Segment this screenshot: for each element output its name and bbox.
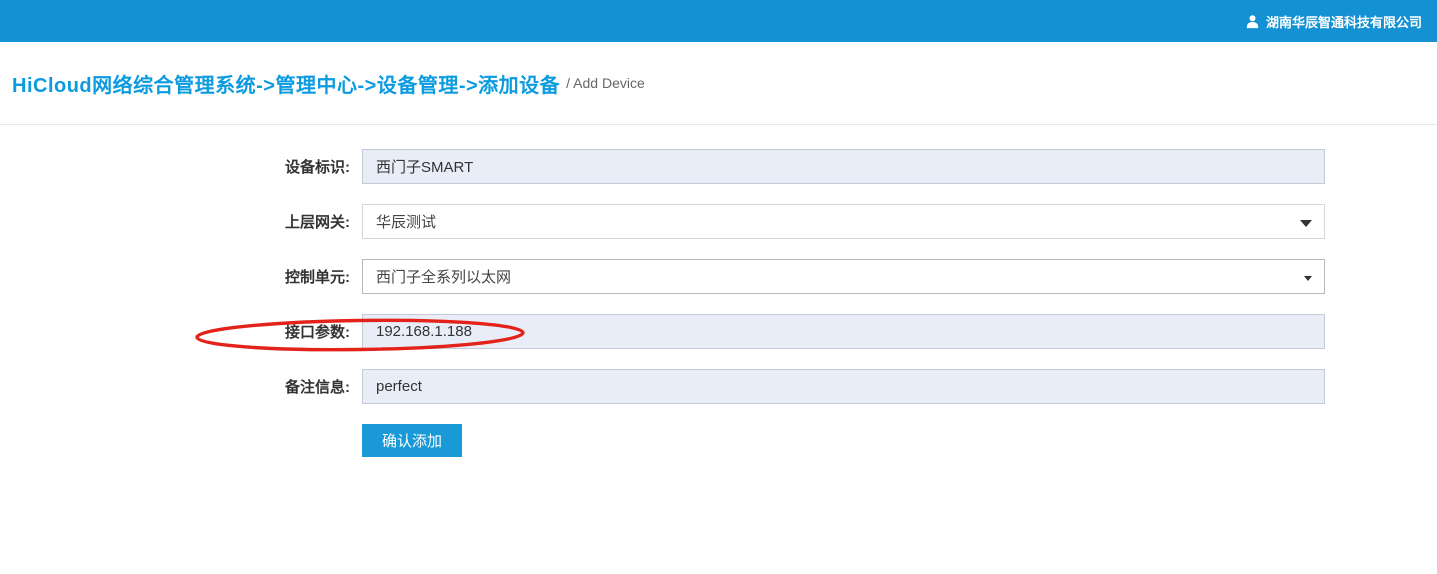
form-row-device-id: 设备标识:: [0, 149, 1437, 184]
breadcrumb: HiCloud网络综合管理系统->管理中心->设备管理->添加设备: [12, 69, 560, 98]
chevron-down-icon: [1304, 276, 1312, 281]
form-row-interface-param: 接口参数:: [0, 314, 1437, 349]
form-row-remark: 备注信息:: [0, 369, 1437, 404]
company-name: 湖南华辰智通科技有限公司: [1266, 12, 1422, 31]
control-unit-select[interactable]: 西门子全系列以太网: [362, 259, 1325, 294]
interface-param-input[interactable]: [362, 314, 1325, 349]
user-company-menu[interactable]: 湖南华辰智通科技有限公司: [1245, 12, 1422, 31]
gateway-select[interactable]: 华辰测试: [362, 204, 1325, 239]
add-device-form: 设备标识: 上层网关: 华辰测试 控制单元: 西门子全系列以太网 接口参数:: [0, 125, 1437, 457]
control-unit-label: 控制单元:: [0, 266, 350, 287]
gateway-selected-value: 华辰测试: [376, 211, 436, 232]
header: HiCloud网络综合管理系统->管理中心->设备管理->添加设备 / Add …: [0, 42, 1437, 125]
chevron-down-icon: [1300, 220, 1312, 227]
user-icon: [1245, 14, 1260, 29]
gateway-label: 上层网关:: [0, 211, 350, 232]
remark-label: 备注信息:: [0, 376, 350, 397]
confirm-add-button[interactable]: 确认添加: [362, 424, 462, 457]
form-row-control-unit: 控制单元: 西门子全系列以太网: [0, 259, 1437, 294]
remark-input[interactable]: [362, 369, 1325, 404]
control-unit-selected-value: 西门子全系列以太网: [376, 266, 511, 287]
topbar: 湖南华辰智通科技有限公司: [0, 0, 1437, 42]
button-row: 确认添加: [362, 424, 1437, 457]
breadcrumb-subtitle: / Add Device: [566, 75, 645, 91]
device-id-label: 设备标识:: [0, 156, 350, 177]
device-id-input[interactable]: [362, 149, 1325, 184]
form-row-gateway: 上层网关: 华辰测试: [0, 204, 1437, 239]
interface-param-label: 接口参数:: [0, 321, 350, 342]
